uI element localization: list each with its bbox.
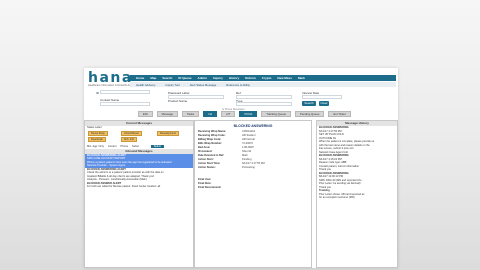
- nav-history[interactable]: History: [229, 76, 239, 80]
- tab-message[interactable]: Message: [156, 111, 179, 117]
- tab-eni[interactable]: ENI: [138, 111, 153, 117]
- tab-pcna[interactable]: PCNA: [239, 111, 258, 117]
- id-input[interactable]: [100, 90, 150, 94]
- tab-ind[interactable]: Ind: [203, 111, 218, 117]
- contact-input[interactable]: [100, 102, 150, 106]
- nav-map[interactable]: Map: [150, 76, 156, 80]
- subnav-inquiry-tool[interactable]: Inquiry Tool: [165, 83, 179, 87]
- chip-pause[interactable]: Pause Reqs: [88, 130, 108, 136]
- chip-reassign[interactable]: Reassignment: [157, 130, 179, 136]
- nav-new-mass[interactable]: New Mass: [277, 76, 292, 80]
- nav-inquiry[interactable]: Inquiry: [213, 76, 223, 80]
- nav-id-queue[interactable]: ID Queue: [178, 76, 191, 80]
- app-window: hana Healthcare Information & Network Ac…: [84, 68, 398, 268]
- tab-ext-ticket[interactable]: Ext Ticket: [328, 111, 351, 117]
- subnav-alert-status[interactable]: Alert Status Message: [190, 83, 217, 87]
- center-panel: BLOCKED ANSWERING Receiving Wrap Name: C0…: [194, 120, 312, 268]
- filter-age[interactable]: Min. Age: Only: [87, 145, 104, 148]
- type-input[interactable]: [236, 102, 292, 106]
- product-label: Product Name: [168, 99, 188, 103]
- final-recommend: Final Recommend:: [198, 186, 222, 189]
- search-form: ID Password Label Ref Interest Date Cont…: [84, 90, 398, 111]
- ref-input[interactable]: [236, 95, 292, 99]
- search-button[interactable]: Search: [302, 101, 316, 106]
- nav-reform[interactable]: Reform: [245, 76, 256, 80]
- id-label: ID: [96, 91, 99, 95]
- logo-tagline: Healthcare Information & Network Access: [88, 84, 136, 87]
- nav-search[interactable]: Search: [162, 76, 172, 80]
- clear-button[interactable]: Clear: [319, 101, 329, 106]
- nav-mark[interactable]: Mark: [298, 76, 305, 80]
- sub-nav: Health Advisory Inquiry Tool Alert Statu…: [130, 82, 396, 87]
- nav-admin[interactable]: Admin: [198, 76, 207, 80]
- filter-current[interactable]: Current: [108, 145, 117, 148]
- detail-title: BLOCKED ANSWERING: [233, 124, 273, 128]
- subnav-reference[interactable]: Reference & Ability: [226, 83, 250, 87]
- tab-tasks[interactable]: Tasks: [182, 111, 200, 117]
- interest-input[interactable]: [302, 95, 342, 99]
- nav-crypto[interactable]: Crypto: [262, 76, 272, 80]
- tab-at[interactable]: A/T: [221, 111, 236, 117]
- chip-sub-info[interactable]: Sub. Info: [121, 136, 138, 142]
- tab-bar: ENI Message Tasks Ind A/T PCNA Tracking …: [138, 111, 351, 117]
- left-panel: Current Messages Status Label Pause Reqs…: [84, 120, 194, 268]
- chip-row: Pause Reqs Unlock/Reset Reassignment Dea…: [85, 130, 193, 144]
- tab-tracking-queue[interactable]: Tracking Queue: [261, 111, 292, 117]
- message-item[interactable]: For both are called for Mentee patient. …: [85, 185, 193, 189]
- filter-subst[interactable]: Subst: [132, 145, 139, 148]
- top-nav: Home Map Search ID Queue Admin Inquiry H…: [130, 75, 396, 81]
- history-line: for an exception outcome (MN): [319, 196, 355, 199]
- chip-deactivate[interactable]: Deactivate: [88, 136, 106, 142]
- subnav-health-advisory[interactable]: Health Advisory: [136, 83, 155, 87]
- filter-phone[interactable]: Phone: [121, 145, 129, 148]
- nav-home[interactable]: Home: [136, 76, 144, 80]
- right-panel: Message History BLOCKED ANSWERING 6/12/1…: [316, 120, 398, 268]
- filter-select-button[interactable]: Select: [150, 144, 164, 148]
- chip-unlock[interactable]: Unlock/Reset: [121, 130, 142, 136]
- tab-pending-queue[interactable]: Pending Queue: [295, 111, 325, 117]
